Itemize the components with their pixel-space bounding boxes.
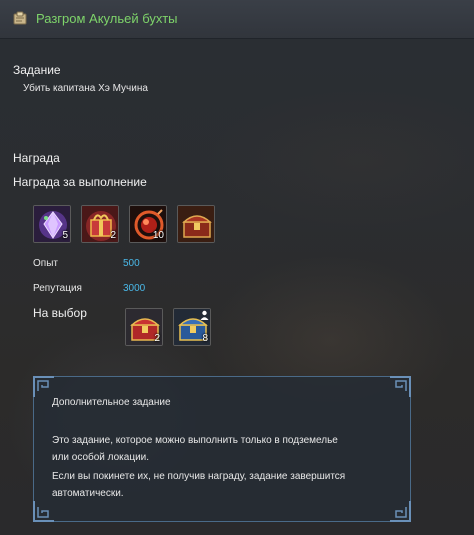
corner-ornament-icon — [33, 501, 54, 522]
experience-value: 500 — [123, 258, 140, 269]
reputation-value: 3000 — [123, 283, 146, 294]
reward-heading: Награда — [13, 151, 60, 165]
reward-item-treasure-chest[interactable] — [177, 205, 215, 243]
info-line: Если вы покинете их, не получив награду,… — [52, 471, 346, 482]
item-count: 10 — [152, 230, 164, 241]
reward-item-red-gift-box[interactable]: 2 — [81, 205, 119, 243]
corner-ornament-icon — [390, 501, 411, 522]
quest-title-bar: Разгром Акульей бухты — [0, 0, 474, 39]
additional-task-info-box: Дополнительное задание Это задание, кото… — [33, 376, 411, 522]
info-line: автоматически. — [52, 488, 124, 499]
choice-label: На выбор — [33, 306, 87, 320]
quest-scroll-icon — [12, 10, 28, 26]
person-badge-icon — [200, 310, 209, 320]
info-line: или особой локации. — [52, 452, 150, 463]
item-count: 8 — [202, 333, 208, 344]
corner-ornament-icon — [33, 376, 54, 397]
item-count: 2 — [154, 333, 160, 344]
item-count: 5 — [62, 230, 68, 241]
quest-title: Разгром Акульей бухты — [36, 11, 178, 26]
experience-label: Опыт — [33, 258, 58, 269]
choice-item-red-chest[interactable]: 2 — [125, 308, 163, 346]
reputation-label: Репутация — [33, 283, 82, 294]
info-line: Это задание, которое можно выполнить тол… — [52, 435, 338, 446]
reward-item-purple-crystal[interactable]: 5 — [33, 205, 71, 243]
treasure-chest-icon — [178, 206, 214, 242]
completion-reward-heading: Награда за выполнение — [13, 175, 147, 189]
task-heading: Задание — [13, 63, 61, 77]
item-count: 2 — [110, 230, 116, 241]
reward-item-red-orb[interactable]: 10 — [129, 205, 167, 243]
choice-item-blue-chest[interactable]: 8 — [173, 308, 211, 346]
info-title: Дополнительное задание — [52, 397, 171, 408]
task-description: Убить капитана Хэ Мучина — [23, 83, 148, 94]
corner-ornament-icon — [390, 376, 411, 397]
